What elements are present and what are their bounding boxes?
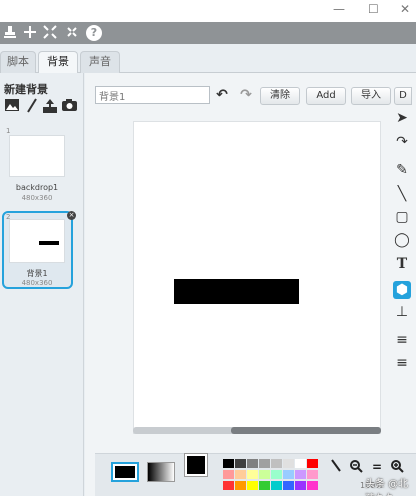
palette-color-swatch[interactable] — [271, 459, 282, 468]
primary-color-swatch[interactable] — [185, 454, 207, 476]
zoom-out-icon[interactable] — [348, 459, 364, 475]
stamp-icon[interactable] — [2, 25, 18, 41]
import-button[interactable]: 导入 — [351, 87, 391, 105]
camera-icon[interactable] — [61, 98, 78, 114]
horizontal-scrollbar[interactable] — [133, 427, 381, 434]
palette-color-swatch[interactable] — [271, 481, 282, 490]
palette-color-swatch[interactable] — [247, 481, 258, 490]
maximize-button[interactable]: ☐ — [368, 2, 379, 16]
zoom-in-icon[interactable] — [389, 459, 405, 475]
paint-editor: ↶ ↷ 清除 Add 导入 D ➤ ↷ ✎ ╲ ▢ ◯ T ⬢ ⊥ ≡ ≡ — [85, 73, 416, 496]
bring-forward-icon[interactable]: ≡ — [393, 331, 411, 349]
gradient-fill-swatch[interactable] — [147, 462, 175, 482]
watermark-text: 头条 @北孩久久 — [365, 479, 409, 496]
top-toolbar: ? — [0, 22, 416, 44]
tab-scripts[interactable]: 脚本 — [0, 51, 36, 73]
palette-color-swatch[interactable] — [283, 470, 294, 479]
backdrop-thumbnail — [9, 219, 65, 263]
tool-column: ➤ ↷ ✎ ╲ ▢ ◯ T ⬢ ⊥ ≡ ≡ — [391, 109, 413, 409]
backdrop-thumbnail — [9, 135, 65, 177]
tab-backdrops[interactable]: 背景 — [38, 51, 78, 74]
palette-color-swatch[interactable] — [223, 459, 234, 468]
tab-bar: 脚本 背景 声音 — [0, 44, 416, 74]
palette-color-swatch[interactable] — [247, 470, 258, 479]
close-button[interactable]: ✕ — [400, 2, 410, 16]
palette-color-swatch[interactable] — [223, 470, 234, 479]
paint-new-icon[interactable] — [23, 98, 40, 114]
select-icon[interactable]: ➤ — [393, 109, 411, 127]
clear-button[interactable]: 清除 — [260, 87, 300, 105]
pencil-icon[interactable]: ✎ — [393, 161, 411, 179]
backdrop-item-1[interactable]: 1 backdrop1 480x360 — [5, 127, 69, 207]
palette-color-swatch[interactable] — [295, 470, 306, 479]
fullscreen-icon[interactable] — [42, 25, 58, 41]
line-icon[interactable]: ╲ — [393, 185, 411, 203]
backdrop-size: 480x360 — [21, 279, 53, 287]
backdrop-size: 480x360 — [21, 194, 53, 202]
overflow-button[interactable]: D — [394, 87, 412, 105]
undo-button[interactable]: ↶ — [213, 86, 231, 104]
palette-color-swatch[interactable] — [235, 481, 246, 490]
drawing-canvas[interactable] — [133, 121, 381, 434]
palette-color-swatch[interactable] — [259, 470, 270, 479]
grow-icon[interactable] — [22, 25, 38, 41]
palette-color-swatch[interactable] — [235, 470, 246, 479]
black-rectangle-shape[interactable] — [174, 279, 299, 304]
help-icon[interactable]: ? — [86, 25, 102, 41]
palette-color-swatch[interactable] — [223, 481, 234, 490]
eyedropper-icon[interactable] — [328, 459, 344, 475]
color-palette — [223, 459, 319, 496]
palette-color-swatch[interactable] — [235, 459, 246, 468]
backdrop-index: 1 — [6, 127, 11, 135]
backdrop-list-panel: 新建背景 1 backdrop1 480x360 × 2 背景1 480x360 — [0, 73, 84, 496]
backdrop-item-2-content: 2 背景1 480x360 — [5, 213, 69, 289]
title-bar: — ☐ ✕ — [0, 0, 416, 22]
shrink-icon[interactable] — [64, 25, 80, 41]
zoom-reset-button[interactable]: = — [369, 459, 385, 475]
ellipse-icon[interactable]: ◯ — [393, 231, 411, 249]
send-backward-icon[interactable]: ≡ — [393, 354, 411, 372]
palette-color-swatch[interactable] — [247, 459, 258, 468]
palette-color-swatch[interactable] — [295, 459, 306, 468]
minimize-button[interactable]: — — [333, 2, 345, 16]
palette-color-swatch[interactable] — [271, 470, 282, 479]
add-button[interactable]: Add — [306, 87, 346, 105]
scratch-window: — ☐ ✕ ? 脚本 背景 声音 新建背景 1 backdrop1 480x36… — [0, 0, 416, 496]
redo-button[interactable]: ↷ — [237, 86, 255, 104]
palette-color-swatch[interactable] — [307, 470, 318, 479]
backdrop-name-input[interactable] — [95, 86, 210, 104]
backdrop-name: 背景1 — [26, 269, 48, 278]
new-backdrop-tools — [3, 98, 81, 116]
solid-fill-swatch[interactable] — [111, 462, 139, 482]
editor-bottom-bar: = 100% 头条 @北孩久久 — [95, 453, 416, 496]
stamp-icon[interactable]: ⊥ — [393, 303, 411, 321]
scrollbar-thumb[interactable] — [231, 427, 381, 434]
fill-icon[interactable]: ⬢ — [393, 281, 411, 299]
palette-color-swatch[interactable] — [283, 481, 294, 490]
thumbnail-rect — [39, 241, 59, 245]
text-icon[interactable]: T — [393, 255, 411, 273]
new-backdrop-label: 新建背景 — [4, 83, 48, 96]
upload-icon[interactable] — [41, 98, 58, 114]
palette-color-swatch[interactable] — [307, 481, 318, 490]
rectangle-icon[interactable]: ▢ — [393, 208, 411, 226]
palette-color-swatch[interactable] — [259, 481, 270, 490]
choose-from-library-icon[interactable] — [3, 98, 20, 114]
backdrop-name: backdrop1 — [15, 183, 59, 192]
reshape-icon[interactable]: ↷ — [393, 133, 411, 151]
palette-color-swatch[interactable] — [259, 459, 270, 468]
palette-color-swatch[interactable] — [295, 481, 306, 490]
palette-color-swatch[interactable] — [283, 459, 294, 468]
palette-color-swatch[interactable] — [307, 459, 318, 468]
tab-sounds[interactable]: 声音 — [80, 51, 120, 73]
